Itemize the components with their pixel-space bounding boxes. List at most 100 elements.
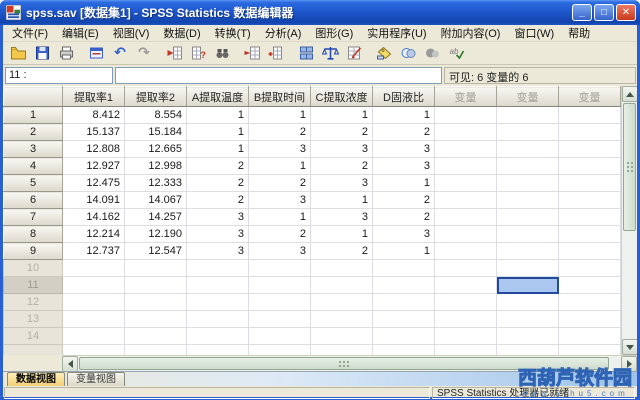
open-file-icon[interactable] [6,43,30,63]
cell[interactable]: 12.547 [125,243,187,260]
column-header[interactable]: 提取率2 [125,87,187,107]
cell[interactable]: 1 [187,107,249,124]
cell[interactable]: 12.665 [125,141,187,158]
cell[interactable]: 1 [249,107,311,124]
cell[interactable]: 14.091 [63,192,125,209]
row-header[interactable]: 11 [4,277,63,294]
insert-cases-icon[interactable] [240,43,264,63]
cell[interactable] [559,107,621,124]
cell[interactable] [435,209,497,226]
cell[interactable]: 3 [249,243,311,260]
cell[interactable] [311,311,373,328]
cell[interactable]: 2 [311,124,373,141]
cell[interactable]: 2 [187,192,249,209]
weight-cases-icon[interactable] [318,43,342,63]
goto-case-icon[interactable] [162,43,186,63]
cell[interactable] [435,345,497,356]
cell[interactable]: 3 [373,141,435,158]
cell[interactable] [63,328,125,345]
dialog-recall-icon[interactable] [84,43,108,63]
close-button[interactable]: ✕ [616,4,636,21]
cell[interactable] [497,226,559,243]
cell[interactable]: 15.184 [125,124,187,141]
cell[interactable]: 3 [187,243,249,260]
cell[interactable] [559,243,621,260]
cell[interactable] [497,192,559,209]
cell[interactable]: 12.214 [63,226,125,243]
row-header[interactable] [4,345,63,356]
tab-data-view[interactable]: 数据视图 [7,372,65,386]
cell[interactable] [311,294,373,311]
cell[interactable] [435,294,497,311]
cell[interactable] [187,260,249,277]
menu-data[interactable]: 数据(D) [156,24,207,42]
vertical-scrollbar-thumb[interactable] [623,103,636,231]
menu-graphs[interactable]: 图形(G) [308,24,360,42]
cell[interactable] [435,243,497,260]
minimize-button[interactable]: _ [572,4,592,21]
cell[interactable] [497,107,559,124]
menu-view[interactable]: 视图(V) [106,24,157,42]
cell[interactable] [497,141,559,158]
cell[interactable]: 1 [373,107,435,124]
menu-addons[interactable]: 附加内容(O) [434,24,508,42]
column-header[interactable]: 提取率1 [63,87,125,107]
cell[interactable]: 12.998 [125,158,187,175]
scroll-right-button[interactable] [621,356,637,371]
cell[interactable] [497,260,559,277]
scroll-left-button[interactable] [62,356,78,371]
spell-check-icon[interactable]: ab [444,43,468,63]
scroll-up-button[interactable] [622,86,637,102]
cell[interactable] [373,294,435,311]
cell[interactable]: 2 [373,209,435,226]
row-header[interactable]: 4 [4,158,63,175]
row-header[interactable]: 8 [4,226,63,243]
cell[interactable]: 14.162 [63,209,125,226]
cell[interactable] [187,345,249,356]
menu-help[interactable]: 帮助 [561,24,597,42]
cell[interactable] [249,311,311,328]
cell[interactable]: 2 [373,192,435,209]
column-header[interactable]: A提取温度 [187,87,249,107]
menu-transform[interactable]: 转换(T) [208,24,258,42]
maximize-button[interactable]: □ [594,4,614,21]
cell[interactable] [125,277,187,294]
cell[interactable] [559,260,621,277]
cell[interactable] [249,277,311,294]
find-icon[interactable] [210,43,234,63]
cell[interactable]: 2 [187,175,249,192]
horizontal-scrollbar-thumb[interactable] [79,357,609,370]
menu-analyze[interactable]: 分析(A) [258,24,309,42]
cell[interactable]: 15.137 [63,124,125,141]
cell[interactable]: 3 [311,141,373,158]
cell[interactable] [249,328,311,345]
cell[interactable] [497,209,559,226]
show-all-variables-icon[interactable] [420,43,444,63]
value-labels-icon[interactable] [372,43,396,63]
cell[interactable]: 3 [249,141,311,158]
cell[interactable]: 12.475 [63,175,125,192]
cell[interactable] [435,260,497,277]
menu-window[interactable]: 窗口(W) [507,24,561,42]
cell[interactable]: 3 [311,175,373,192]
cell[interactable] [249,260,311,277]
cell[interactable] [559,124,621,141]
cell[interactable] [559,175,621,192]
cell[interactable] [435,277,497,294]
cell[interactable] [125,311,187,328]
menu-edit[interactable]: 编辑(E) [55,24,106,42]
cell[interactable]: 3 [187,209,249,226]
horizontal-scrollbar[interactable] [62,355,637,371]
undo-icon[interactable]: ↶ [108,43,132,63]
cell[interactable] [125,260,187,277]
cell[interactable] [63,277,125,294]
cell[interactable]: 12.927 [63,158,125,175]
cell[interactable]: 3 [187,226,249,243]
cell[interactable] [435,141,497,158]
cell[interactable] [373,345,435,356]
cell[interactable] [435,124,497,141]
cell[interactable] [497,311,559,328]
cell[interactable] [187,294,249,311]
column-header[interactable]: C提取浓度 [311,87,373,107]
cell[interactable]: 2 [311,243,373,260]
